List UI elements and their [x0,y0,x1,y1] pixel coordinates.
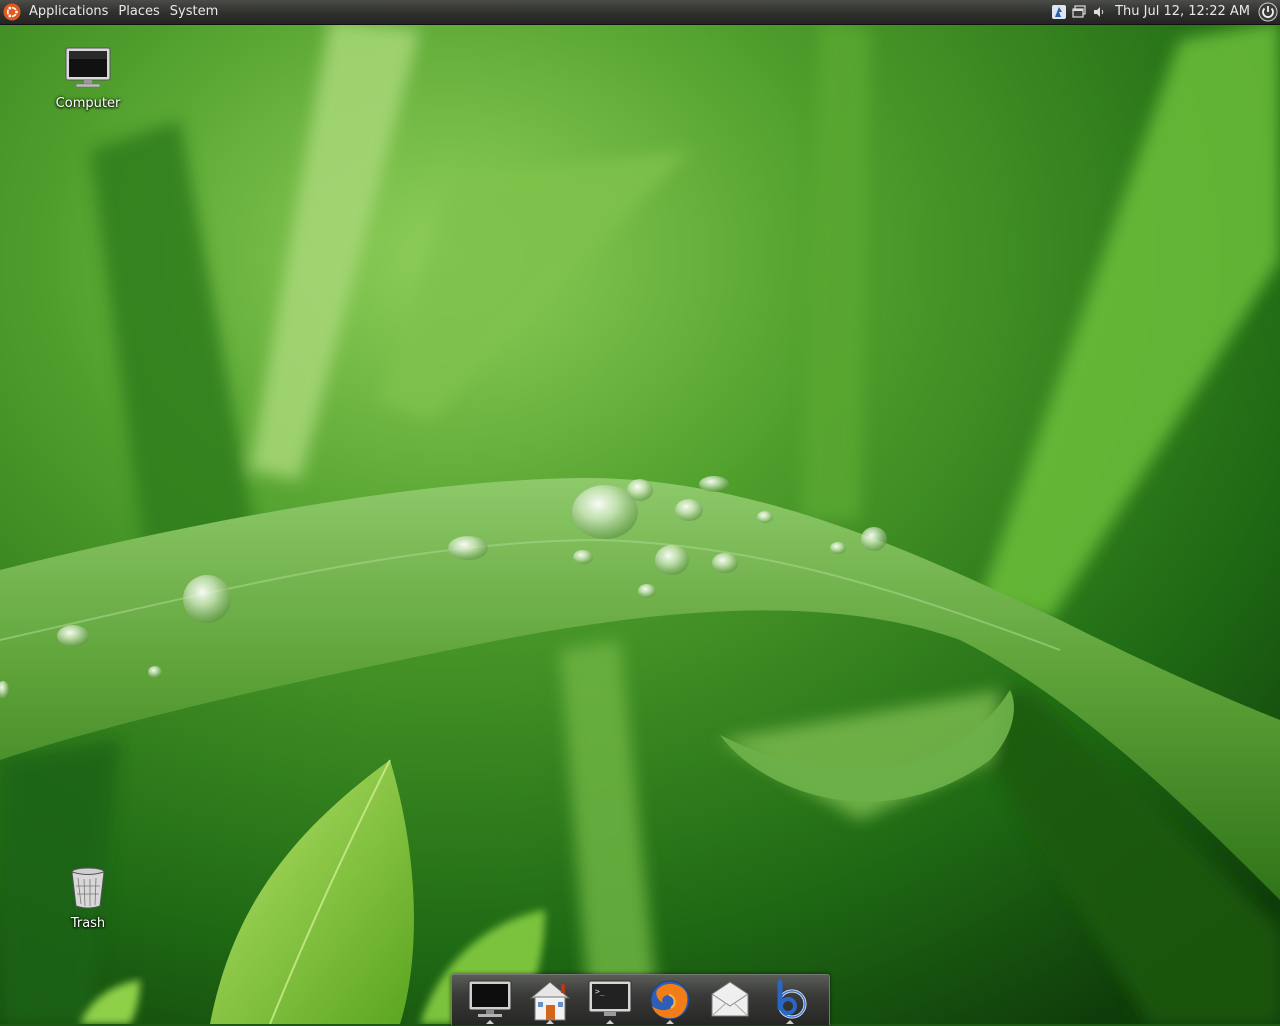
desktop-icon-label: Trash [70,916,106,931]
blogging-app-icon [768,978,812,1024]
dock-item-firefox[interactable] [644,978,696,1024]
firefox-icon [647,978,693,1024]
dock-item-blogging[interactable] [764,978,816,1024]
dock-item-home[interactable] [524,978,576,1024]
svg-text:>_: >_ [595,987,605,996]
trash-icon [43,866,133,914]
window-switcher-icon[interactable] [1069,0,1089,24]
desktop-icon-computer[interactable]: Computer [43,46,133,111]
computer-launcher-icon [466,978,514,1024]
running-indicator [666,1020,674,1024]
computer-icon [43,46,133,94]
desktop-icon-trash[interactable]: Trash [43,866,133,931]
shutdown-icon[interactable] [1256,0,1280,24]
dock-item-terminal[interactable]: >_ [584,978,636,1024]
system-tray: Thu Jul 12, 12:22 AM [1049,0,1280,24]
ubuntu-logo-icon[interactable] [0,0,24,24]
main-menu-bar: Applications Places System [0,0,223,24]
dock-item-computer[interactable] [464,978,516,1024]
volume-icon[interactable] [1089,0,1109,24]
dock: >_ [451,974,830,1025]
top-panel: Applications Places System Thu Jul 12, 1… [0,0,1280,25]
system-menu[interactable]: System [165,0,223,24]
network-manager-icon[interactable] [1049,0,1069,24]
running-indicator [486,1020,494,1024]
applications-menu[interactable]: Applications [24,0,113,24]
desktop-icon-label: Computer [55,96,121,111]
clock[interactable]: Thu Jul 12, 12:22 AM [1109,0,1256,24]
running-indicator [546,1020,554,1024]
mail-icon [707,978,753,1024]
places-menu[interactable]: Places [113,0,164,24]
running-indicator [786,1020,794,1024]
dock-item-mail[interactable] [704,978,756,1024]
running-indicator [606,1020,614,1024]
desktop-wallpaper [0,0,1280,1024]
home-folder-icon [527,978,573,1024]
terminal-icon: >_ [586,978,634,1024]
